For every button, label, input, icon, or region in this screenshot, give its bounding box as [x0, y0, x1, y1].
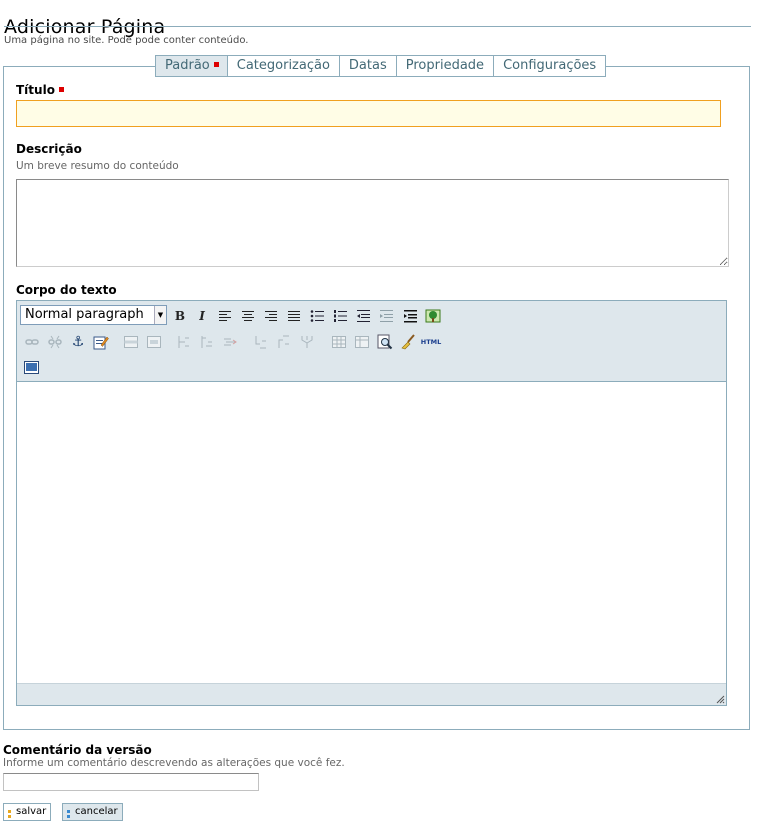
- html-source-icon[interactable]: HTML: [421, 332, 441, 352]
- insert-image-icon[interactable]: [423, 306, 443, 326]
- zoom-find-icon[interactable]: [375, 332, 395, 352]
- ordered-list-icon[interactable]: [330, 306, 350, 326]
- tab-categorizacao[interactable]: Categorização: [226, 56, 339, 76]
- column-insert-before-icon[interactable]: [174, 332, 194, 352]
- edit-link-icon[interactable]: [91, 332, 111, 352]
- paragraph-format-value: Normal paragraph: [25, 307, 144, 322]
- outdent-icon[interactable]: [353, 306, 373, 326]
- save-bullet-icon: [8, 808, 11, 818]
- table-row-delete-icon[interactable]: [144, 332, 164, 352]
- table-icon[interactable]: [329, 332, 349, 352]
- tab-bar: Padrão Categorização Datas Propriedade C…: [155, 55, 607, 77]
- resize-handle-icon[interactable]: [715, 694, 725, 704]
- editor-statusbar: [17, 683, 726, 705]
- align-left-icon[interactable]: [215, 306, 235, 326]
- description-textarea[interactable]: [16, 179, 729, 267]
- tab-datas[interactable]: Datas: [338, 56, 396, 76]
- column-delete-icon[interactable]: [220, 332, 240, 352]
- body-field-label: Corpo do texto: [16, 283, 117, 297]
- description-help: Um breve resumo do conteúdo: [16, 160, 179, 172]
- bold-icon[interactable]: B: [170, 306, 190, 326]
- cell-merge-icon[interactable]: [274, 332, 294, 352]
- required-marker: [58, 87, 64, 92]
- cell-props-icon[interactable]: [297, 332, 317, 352]
- save-button[interactable]: salvar: [3, 803, 52, 821]
- dropdown-arrow-icon: ▼: [154, 306, 166, 324]
- tab-padrao[interactable]: Padrão: [156, 56, 227, 76]
- align-right-icon[interactable]: [261, 306, 281, 326]
- fullscreen-icon[interactable]: [21, 357, 41, 377]
- required-marker: [213, 62, 219, 67]
- version-comment-label: Comentário da versão: [3, 743, 152, 757]
- unordered-list-icon[interactable]: [307, 306, 327, 326]
- align-center-icon[interactable]: [238, 306, 258, 326]
- version-comment-help: Informe um comentário descrevendo as alt…: [3, 757, 345, 769]
- version-comment-input[interactable]: [3, 773, 259, 791]
- rich-text-editor: Normal paragraph ▼ B I ⚓ HTML: [16, 300, 727, 706]
- title-divider: [4, 26, 751, 27]
- tab-configuracoes[interactable]: Configurações: [493, 56, 606, 76]
- cancel-button-label: cancelar: [75, 806, 118, 817]
- description-field-label: Descrição: [16, 142, 82, 156]
- cancel-bullet-icon: [67, 808, 70, 818]
- page-description: Uma página no site. Pode pode conter con…: [4, 35, 249, 46]
- cell-split-icon[interactable]: [251, 332, 271, 352]
- unlink-icon[interactable]: [45, 332, 65, 352]
- title-field-label: Título: [16, 83, 64, 97]
- editor-toolbar: Normal paragraph ▼ B I ⚓ HTML: [17, 301, 726, 382]
- editor-content-area[interactable]: [17, 382, 726, 684]
- column-insert-after-icon[interactable]: [197, 332, 217, 352]
- cleanup-broom-icon[interactable]: [398, 332, 418, 352]
- table-props-icon[interactable]: [352, 332, 372, 352]
- italic-icon[interactable]: I: [192, 306, 212, 326]
- paragraph-format-select[interactable]: Normal paragraph ▼: [20, 305, 167, 325]
- title-input[interactable]: [16, 100, 721, 127]
- tab-propriedade[interactable]: Propriedade: [395, 56, 494, 76]
- table-row-insert-icon[interactable]: [121, 332, 141, 352]
- indent-icon[interactable]: [376, 306, 396, 326]
- save-button-label: salvar: [16, 806, 47, 817]
- align-justify-icon[interactable]: [284, 306, 304, 326]
- link-icon[interactable]: [22, 332, 42, 352]
- anchor-icon[interactable]: ⚓: [68, 332, 88, 352]
- cancel-button[interactable]: cancelar: [62, 803, 123, 821]
- title-label-text: Título: [16, 83, 55, 97]
- tab-padrao-label: Padrão: [165, 58, 210, 73]
- indent-strong-icon[interactable]: [400, 306, 420, 326]
